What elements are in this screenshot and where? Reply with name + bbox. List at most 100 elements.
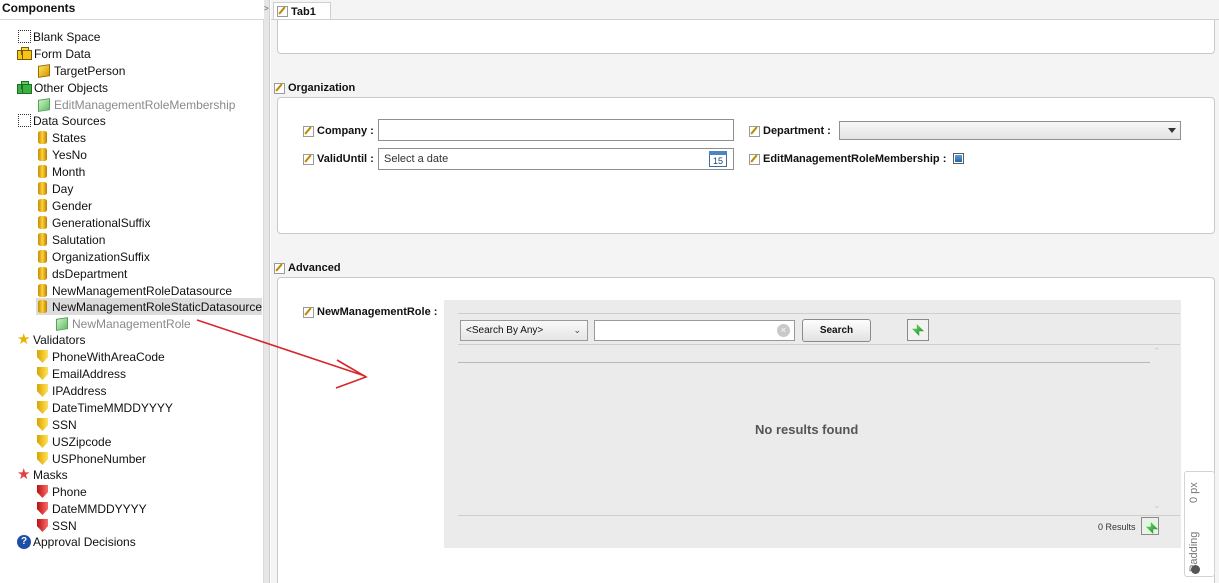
no-results-message: No results found bbox=[755, 422, 859, 437]
datasource-icon bbox=[38, 300, 47, 313]
tree-item-approval-decisions[interactable]: ? Approval Decisions bbox=[17, 533, 136, 550]
advanced-panel: NewManagementRole : <Search By Any> ⌄ × … bbox=[277, 277, 1215, 583]
tree-item-salutation[interactable]: Salutation bbox=[36, 231, 105, 248]
tree-item-label: dsDepartment bbox=[52, 266, 128, 281]
tree-item-month[interactable]: Month bbox=[36, 163, 85, 180]
padding-value: 0 px bbox=[1188, 482, 1200, 503]
department-field-label: Department : bbox=[749, 123, 831, 139]
validator-shield-icon bbox=[37, 350, 48, 363]
tree-item-target-person[interactable]: TargetPerson bbox=[38, 62, 125, 79]
tree-item-yesno[interactable]: YesNo bbox=[36, 146, 87, 163]
object-cube-icon bbox=[38, 97, 50, 112]
tree-item-gender[interactable]: Gender bbox=[36, 197, 92, 214]
calendar-icon[interactable]: 15 bbox=[709, 151, 727, 167]
new-management-role-field-label: NewManagementRole : bbox=[303, 304, 437, 320]
tree-item-date-mmddyyyy[interactable]: DateMMDDYYYY bbox=[36, 500, 147, 517]
department-dropdown[interactable] bbox=[839, 121, 1181, 140]
tree-item-label: USPhoneNumber bbox=[52, 451, 147, 466]
export-refresh-icon[interactable] bbox=[907, 319, 929, 341]
scroll-up-icon[interactable]: ⌃ bbox=[1153, 346, 1161, 357]
results-count: 0 Results bbox=[1098, 522, 1136, 532]
tree-item-other-objects[interactable]: Other Objects bbox=[17, 79, 108, 96]
datasource-icon bbox=[38, 250, 47, 263]
edit-icon[interactable] bbox=[303, 153, 314, 165]
edit-membership-checkbox[interactable] bbox=[953, 153, 964, 164]
edit-icon[interactable] bbox=[274, 262, 285, 274]
tree-item-form-data[interactable]: Form Data bbox=[17, 45, 91, 62]
padding-handle[interactable] bbox=[1191, 565, 1200, 574]
excel-export-icon[interactable] bbox=[1141, 517, 1159, 535]
date-placeholder: Select a date bbox=[384, 153, 449, 165]
tree-item-label: Approval Decisions bbox=[33, 534, 136, 549]
collapse-icon[interactable]: > bbox=[264, 4, 269, 13]
search-button[interactable]: Search bbox=[802, 319, 871, 342]
search-input[interactable]: × bbox=[594, 320, 795, 341]
tree-item-label: PhoneWithAreaCode bbox=[52, 349, 165, 364]
tree-item-masks[interactable]: ★ Masks bbox=[17, 466, 68, 483]
datasource-icon bbox=[38, 199, 47, 212]
clear-icon[interactable]: × bbox=[777, 324, 790, 337]
star-icon: ★ bbox=[17, 465, 31, 483]
tree-item-label: Masks bbox=[33, 467, 68, 482]
datasource-icon bbox=[38, 284, 47, 297]
tree-item-day[interactable]: Day bbox=[36, 180, 73, 197]
tree-item-new-management-role-datasource[interactable]: NewManagementRoleDatasource bbox=[36, 282, 232, 299]
tree-item-states[interactable]: States bbox=[36, 129, 86, 146]
search-by-select[interactable]: <Search By Any> ⌄ bbox=[460, 320, 588, 341]
valid-until-date-picker[interactable]: Select a date 15 bbox=[378, 148, 734, 170]
validator-shield-icon bbox=[37, 435, 48, 448]
tree-item-us-zipcode[interactable]: USZipcode bbox=[36, 433, 111, 450]
tree-item-label: IPAddress bbox=[52, 383, 107, 398]
tree-item-ip-address[interactable]: IPAddress bbox=[36, 382, 106, 399]
padding-widget[interactable]: Padding 0 px bbox=[1184, 471, 1215, 577]
tree-item-email-address[interactable]: EmailAddress bbox=[36, 365, 126, 382]
edit-icon[interactable] bbox=[749, 153, 760, 165]
tree-item-ssn-validator[interactable]: SSN bbox=[36, 416, 77, 433]
chevron-down-icon: ⌄ bbox=[573, 325, 581, 335]
edit-icon[interactable] bbox=[274, 82, 285, 94]
grid-header-line bbox=[458, 362, 1150, 363]
tree-item-data-sources[interactable]: Data Sources bbox=[18, 112, 106, 129]
tab-tab1[interactable]: Tab1 bbox=[273, 2, 331, 20]
tree-item-edit-management-role-membership[interactable]: EditManagementRoleMembership bbox=[38, 96, 235, 113]
tree-item-label: DateTimeMMDDYYYY bbox=[52, 400, 173, 415]
validator-shield-icon bbox=[37, 401, 48, 414]
grid-divider bbox=[458, 344, 1180, 345]
tree-item-label: States bbox=[52, 130, 87, 145]
edit-icon[interactable] bbox=[749, 125, 760, 137]
company-input[interactable] bbox=[378, 119, 734, 141]
validator-shield-icon bbox=[37, 452, 48, 465]
datasource-icon bbox=[38, 267, 47, 280]
tree-item-new-management-role[interactable]: NewManagementRole bbox=[56, 315, 191, 332]
components-panel: Components Blank Space Form Data TargetP… bbox=[0, 0, 264, 583]
tree-item-datetime-mmddyyyy[interactable]: DateTimeMMDDYYYY bbox=[36, 399, 173, 416]
tree-item-label: OrganizationSuffix bbox=[52, 249, 150, 264]
edit-icon bbox=[277, 6, 288, 17]
datasource-icon bbox=[38, 131, 47, 144]
company-field-label: Company : bbox=[303, 123, 374, 139]
form-data-icon bbox=[17, 47, 32, 60]
tree-item-label: EditManagementRoleMembership bbox=[54, 97, 236, 112]
tree-item-phone-mask[interactable]: Phone bbox=[36, 483, 87, 500]
tree-item-blank-space[interactable]: Blank Space bbox=[18, 28, 100, 45]
tree-item-ssn-mask[interactable]: SSN bbox=[36, 517, 77, 534]
label-text: Department : bbox=[763, 125, 831, 137]
edit-icon[interactable] bbox=[303, 306, 314, 318]
tree-item-generational-suffix[interactable]: GenerationalSuffix bbox=[36, 214, 151, 231]
tree-item-phone-with-area-code[interactable]: PhoneWithAreaCode bbox=[36, 348, 165, 365]
tree-item-ds-department[interactable]: dsDepartment bbox=[36, 265, 127, 282]
datasource-icon bbox=[38, 165, 47, 178]
valid-until-field-label: ValidUntil : bbox=[303, 151, 374, 167]
scroll-down-icon[interactable]: ⌄ bbox=[1153, 500, 1161, 511]
grid-divider bbox=[458, 313, 1180, 314]
panel-splitter[interactable]: > bbox=[264, 0, 270, 583]
tree-item-us-phone-number[interactable]: USPhoneNumber bbox=[36, 450, 146, 467]
tree-item-label: Form Data bbox=[34, 46, 91, 61]
tree-item-new-management-role-static-datasource[interactable]: NewManagementRoleStaticDatasource bbox=[36, 298, 262, 315]
tree-item-organization-suffix[interactable]: OrganizationSuffix bbox=[36, 248, 150, 265]
edit-icon[interactable] bbox=[303, 125, 314, 137]
tree-item-validators[interactable]: ★ Validators bbox=[17, 331, 85, 348]
tree-item-label: Validators bbox=[33, 332, 86, 347]
tree-item-label: Blank Space bbox=[33, 29, 101, 44]
tree-item-label: DateMMDDYYYY bbox=[52, 501, 147, 516]
